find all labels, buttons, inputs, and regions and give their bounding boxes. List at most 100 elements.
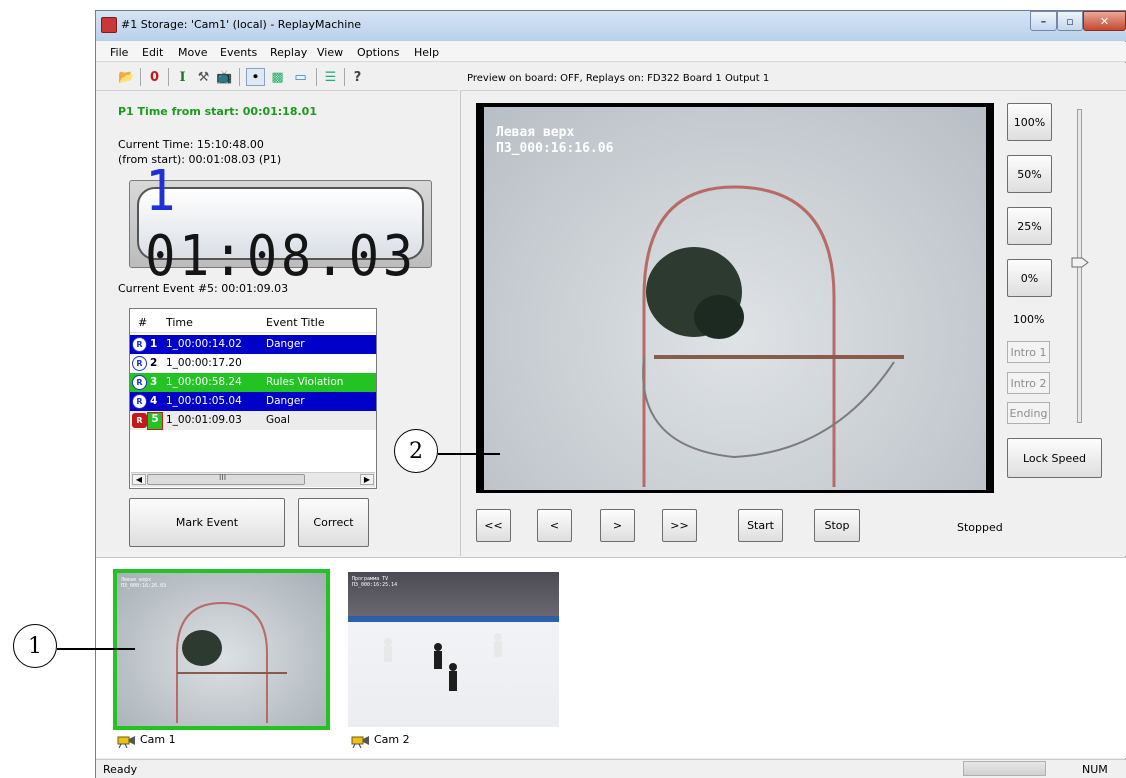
timecode-period: 1 <box>144 158 179 224</box>
speed-100-button[interactable]: 100% <box>1007 103 1052 141</box>
event-time: 1_00:00:14.02 <box>166 338 242 350</box>
speed-50-button[interactable]: 50% <box>1007 155 1052 193</box>
open-folder-icon[interactable]: 📂 <box>117 68 136 86</box>
menu-file[interactable]: File <box>110 46 128 59</box>
video-overlay-title: Левая верх <box>496 125 575 140</box>
mark-event-button[interactable]: Mark Event <box>129 498 285 547</box>
event-row-selected[interactable]: R 5 1_00:01:09.03 Goal <box>130 411 376 430</box>
close-button[interactable]: ✕ <box>1083 11 1126 31</box>
event-time: 1_00:01:05.04 <box>166 395 242 407</box>
scroll-left-arrow[interactable]: ◀ <box>132 474 146 485</box>
replay-icon: R <box>132 356 147 371</box>
replay-icon: R <box>132 394 147 409</box>
toolbar-separator <box>239 68 240 86</box>
app-icon <box>101 17 117 33</box>
callout-2: 2 <box>394 429 438 473</box>
speed-slider-thumb[interactable] <box>1071 257 1089 268</box>
event-time: 1_00:01:09.03 <box>166 414 242 426</box>
record-icon[interactable]: ⏺ <box>246 68 265 86</box>
event-row[interactable]: R 4 1_00:01:05.04 Danger <box>130 392 376 411</box>
list-icon[interactable]: ☰ <box>321 68 340 86</box>
toolbar-separator <box>140 68 141 86</box>
replay-icon: R <box>132 337 147 352</box>
cam1-thumb-timecode: ПЗ_000:16:26.03 <box>121 583 167 589</box>
projector-icon[interactable]: ▩ <box>268 68 287 86</box>
p1-time-label: P1 Time from start: 00:01:18.01 <box>118 105 317 118</box>
col-header-num[interactable]: # <box>138 316 147 329</box>
status-progress <box>963 761 1046 776</box>
col-header-time[interactable]: Time <box>166 316 193 329</box>
col-header-title[interactable]: Event Title <box>266 316 325 329</box>
callout-1-leader <box>57 648 135 650</box>
window-icon[interactable]: ▭ <box>291 68 310 86</box>
current-time-label: Current Time: 15:10:48.00 <box>118 138 264 151</box>
current-event-label: Current Event #5: 00:01:09.03 <box>118 282 289 295</box>
menu-view[interactable]: View <box>317 46 343 59</box>
speed-25-button[interactable]: 25% <box>1007 207 1052 245</box>
event-row[interactable]: R 3 1_00:00:58.24 Rules Violation <box>130 373 376 392</box>
forward-button[interactable]: > <box>600 509 635 542</box>
menu-options[interactable]: Options <box>357 46 399 59</box>
toolbar-separator <box>168 68 169 86</box>
intro1-button[interactable]: Intro 1 <box>1007 341 1050 363</box>
menu-events[interactable]: Events <box>220 46 257 59</box>
event-title: Goal <box>266 414 290 426</box>
event-num: 4 <box>150 395 158 407</box>
text-cursor-icon[interactable]: I <box>173 68 192 86</box>
event-num: 3 <box>150 376 158 388</box>
event-row[interactable]: R 1 1_00:00:14.02 Danger <box>130 335 376 354</box>
toolbar-separator <box>316 68 317 86</box>
lock-speed-button[interactable]: Lock Speed <box>1007 438 1102 478</box>
event-title: Danger <box>266 338 305 350</box>
video-overlay-timecode: ПЗ_000:16:16.06 <box>496 141 614 156</box>
event-title: Rules Violation <box>266 376 344 388</box>
replay-icon: R <box>132 375 147 390</box>
toolbar-separator <box>344 68 345 86</box>
ending-button[interactable]: Ending <box>1007 402 1050 424</box>
cam2-thumb-timecode: ПЗ_000:16:25.14 <box>352 582 398 588</box>
tools-icon[interactable]: ⚒ <box>194 68 213 86</box>
callout-2-leader <box>438 453 500 455</box>
menu-move[interactable]: Move <box>178 46 208 59</box>
stop-button[interactable]: Stop <box>814 509 860 542</box>
window-title: #1 Storage: 'Cam1' (local) - ReplayMachi… <box>121 18 362 31</box>
timecode-value: 01:08.03 <box>144 223 417 289</box>
video-frame-image <box>484 107 986 490</box>
menu-replay[interactable]: Replay <box>270 46 307 59</box>
callout-1: 1 <box>13 624 57 668</box>
status-text: Ready <box>103 763 138 776</box>
event-num: 5 <box>147 412 163 430</box>
playback-status: Stopped <box>957 521 1003 534</box>
menu-edit[interactable]: Edit <box>142 46 163 59</box>
event-time: 1_00:00:17.20 <box>166 357 242 369</box>
cam1-label: Cam 1 <box>140 733 176 746</box>
menu-help[interactable]: Help <box>414 46 439 59</box>
tv-icon[interactable]: 📺 <box>215 68 234 86</box>
cam2-label: Cam 2 <box>374 733 410 746</box>
mark-zero-icon[interactable]: 0 <box>145 68 164 86</box>
camera-icon <box>351 736 369 748</box>
event-title: Danger <box>266 395 305 407</box>
timecode-display: 1 01:08.03 <box>137 159 424 289</box>
event-row[interactable]: R 2 1_00:00:17.20 <box>130 354 376 373</box>
current-speed-label: 100% <box>1013 313 1045 326</box>
minimize-button[interactable]: – <box>1030 11 1057 31</box>
rewind-button[interactable]: < <box>537 509 572 542</box>
intro2-button[interactable]: Intro 2 <box>1007 372 1050 394</box>
num-lock-indicator: NUM <box>1082 763 1108 776</box>
help-icon[interactable]: ? <box>348 68 367 86</box>
fast-rewind-button[interactable]: << <box>476 509 511 542</box>
start-button[interactable]: Start <box>738 509 783 542</box>
scroll-right-arrow[interactable]: ▶ <box>360 474 374 485</box>
replay-icon: R <box>132 413 147 428</box>
cam1-thumbnail-image[interactable]: Левая верх ПЗ_000:16:26.03 <box>117 573 326 726</box>
speed-0-button[interactable]: 0% <box>1007 259 1052 297</box>
event-num: 2 <box>150 357 158 369</box>
fast-forward-button[interactable]: >> <box>662 509 697 542</box>
preview-info-text: Preview on board: OFF, Replays on: FD322… <box>467 73 770 84</box>
cam2-thumbnail-image[interactable]: Программа TV ПЗ_000:16:25.14 <box>348 572 559 727</box>
scrollbar-grip: III <box>219 473 227 482</box>
event-num: 1 <box>150 338 158 350</box>
correct-button[interactable]: Correct <box>298 498 369 547</box>
maximize-button[interactable]: ▫ <box>1057 11 1083 31</box>
